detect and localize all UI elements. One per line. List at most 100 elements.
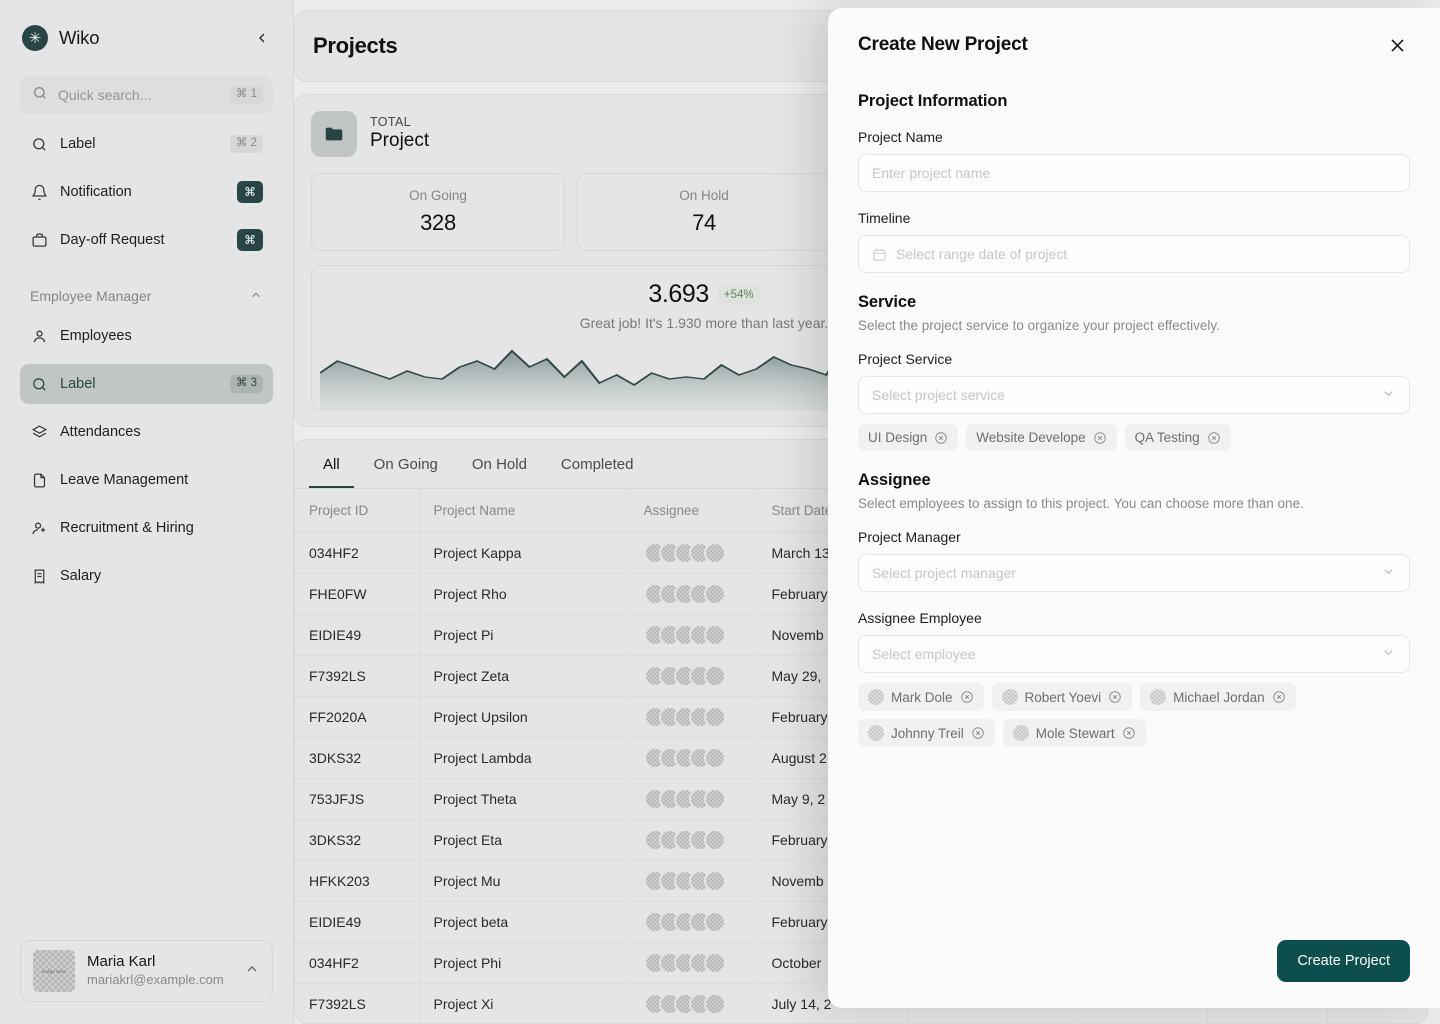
service-chip-label: Website Develope (976, 430, 1086, 445)
cell-assignee (629, 696, 758, 738)
tab-all[interactable]: All (309, 440, 354, 488)
sidebar-item-employees[interactable]: Employees (20, 316, 273, 356)
search-icon (30, 375, 48, 393)
mini-stat-value: 328 (420, 210, 456, 235)
tab-on-hold[interactable]: On Hold (458, 440, 541, 488)
timeline-input[interactable]: Select range date of project (858, 235, 1410, 273)
tab-completed[interactable]: Completed (547, 440, 648, 488)
employee-chip-list: Mark Dole Robert Yoevi Michael Jordan Johnn… (858, 683, 1410, 747)
sidebar-item-notification[interactable]: Notification ⌘ (20, 172, 273, 212)
field-project-manager: Project Manager Select project manager (858, 529, 1410, 592)
sidebar-item-attendances[interactable]: Attendances (20, 412, 273, 452)
assignee-employee-select[interactable]: Select employee (858, 635, 1410, 673)
user-icon (30, 327, 48, 345)
sidebar-group-employee-manager[interactable]: Employee Manager (20, 276, 273, 316)
sidebar-item-day-off-request[interactable]: Day-off Request ⌘ (20, 220, 273, 260)
cell-project-id: 3DKS32 (295, 819, 420, 861)
employee-chip[interactable]: Mark Dole (858, 683, 984, 711)
employee-chip[interactable]: Mole Stewart (1002, 719, 1146, 747)
sidebar-group-label: Employee Manager (30, 288, 152, 304)
employee-chip-label: Mole Stewart (1035, 725, 1115, 741)
stat-name: Project (370, 130, 430, 152)
assignee-employee-placeholder: Select employee (872, 646, 976, 662)
column-header-project-name[interactable]: Project Name (419, 489, 630, 533)
sidebar-item-label: Leave Management (60, 472, 189, 488)
sidebar-item-shortcut: ⌘ 3 (229, 375, 263, 393)
service-chip[interactable]: QA Testing (1124, 424, 1231, 451)
avatar (868, 725, 884, 741)
folder-icon (311, 111, 357, 157)
remove-chip-icon[interactable] (1108, 690, 1122, 704)
cell-assignee (629, 983, 758, 1023)
remove-chip-icon[interactable] (934, 431, 948, 445)
sidebar-item-label[interactable]: Label ⌘ 3 (20, 364, 273, 404)
service-chip[interactable]: UI Design (858, 424, 959, 451)
avatar (703, 788, 726, 810)
document-icon (30, 471, 48, 489)
project-name-input[interactable]: Enter project name (858, 154, 1410, 192)
close-icon[interactable] (1384, 32, 1410, 58)
chevron-up-icon (249, 288, 263, 305)
sidebar-item-label: Salary (60, 568, 102, 584)
tab-on-going[interactable]: On Going (360, 440, 452, 488)
avatar (703, 706, 726, 728)
sidebar-item-label: Label (60, 376, 96, 392)
chevron-up-icon[interactable] (244, 961, 260, 982)
remove-chip-icon[interactable] (1272, 690, 1286, 704)
cell-project-id: HFKK203 (295, 860, 420, 902)
column-header-project-id[interactable]: Project ID (295, 489, 420, 533)
avatar (703, 993, 726, 1015)
cell-project-name: Project Kappa (419, 532, 630, 574)
mini-stat-label: On Hold (679, 188, 729, 203)
mini-stat-on-hold: On Hold 74 (577, 173, 831, 251)
employee-chip[interactable]: Johnny Treil (858, 719, 995, 747)
user-email: mariakrl@example.com (87, 971, 224, 987)
quick-search-input[interactable]: Quick search... ⌘ 1 (20, 76, 273, 114)
remove-chip-icon[interactable] (971, 726, 985, 740)
sidebar-item-salary[interactable]: Salary (20, 556, 273, 596)
employee-chip[interactable]: Robert Yoevi (991, 683, 1133, 711)
sidebar-collapse-button[interactable] (251, 27, 273, 49)
sidebar-item-label-top[interactable]: Label ⌘ 2 (20, 124, 273, 164)
wiko-logo-icon: ✳ (22, 25, 48, 51)
avatar-stack (643, 829, 743, 851)
chevron-down-icon (1381, 564, 1396, 582)
avatar-stack (643, 952, 743, 974)
avatar (1001, 689, 1018, 705)
trend-badge: +54% (717, 285, 760, 304)
cell-project-name: Project Eta (419, 819, 630, 861)
stat-kicker: TOTAL (370, 115, 412, 130)
sidebar-item-label: Employees (60, 328, 132, 344)
sidebar-item-leave-management[interactable]: Leave Management (20, 460, 273, 500)
cell-assignee (629, 778, 758, 820)
remove-chip-icon[interactable] (960, 690, 974, 704)
avatar-stack (643, 583, 743, 605)
sidebar-item-recruitment-hiring[interactable]: Recruitment & Hiring (20, 508, 273, 548)
user-profile-card[interactable]: image here Maria Karl mariakrl@example.c… (20, 940, 273, 1002)
brand: ✳ Wiko (20, 0, 273, 76)
cell-assignee (629, 901, 758, 943)
column-header-assignee[interactable]: Assignee (629, 489, 758, 533)
panel-body: Project Information Project Name Enter p… (828, 72, 1440, 922)
section-desc-assignee: Select employees to assign to this proje… (858, 496, 1304, 511)
sidebar-item-label: Recruitment & Hiring (60, 520, 194, 536)
employee-chip[interactable]: Michael Jordan (1140, 683, 1296, 711)
avatar (868, 689, 884, 705)
remove-chip-icon[interactable] (1093, 431, 1107, 445)
panel-footer: Create Project (828, 922, 1440, 1008)
avatar (703, 952, 726, 974)
create-project-button[interactable]: Create Project (1277, 940, 1410, 982)
section-title-assignee: Assignee (858, 471, 931, 489)
project-service-select[interactable]: Select project service (858, 376, 1410, 414)
remove-chip-icon[interactable] (1122, 726, 1136, 740)
service-chip[interactable]: Website Develope (966, 424, 1117, 451)
label-project-service: Project Service (858, 351, 953, 367)
avatar (703, 747, 726, 769)
avatar-stack (643, 788, 743, 810)
avatar (703, 911, 726, 933)
cell-assignee (629, 532, 758, 574)
cell-project-name: Project Zeta (419, 655, 630, 697)
project-manager-select[interactable]: Select project manager (858, 554, 1410, 592)
remove-chip-icon[interactable] (1207, 431, 1221, 445)
